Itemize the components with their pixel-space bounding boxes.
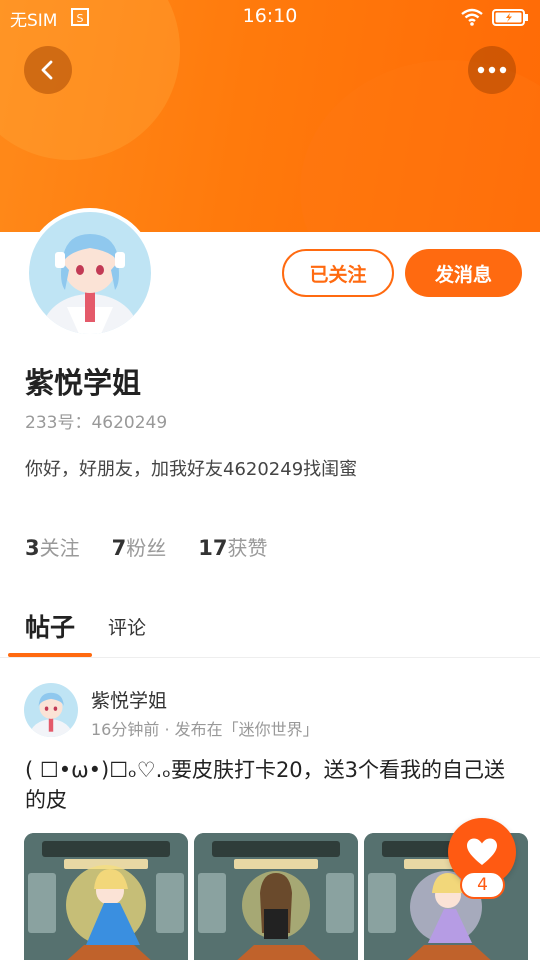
wifi-icon <box>461 8 483 26</box>
more-dots-icon <box>477 66 507 74</box>
heart-icon <box>467 838 497 865</box>
status-time: 16:10 <box>242 5 298 27</box>
profile-avatar[interactable] <box>25 208 155 338</box>
post-image-1[interactable] <box>24 833 188 960</box>
status-bar: 无SIM S 16:10 <box>0 0 540 34</box>
avatar-image <box>29 212 151 334</box>
profile-id: 233号：4620249 <box>25 413 168 433</box>
battery-icon <box>492 9 528 26</box>
stat-fans-count: 7 <box>111 536 127 560</box>
stat-likes-label: 获赞 <box>227 536 268 560</box>
stat-likes: 17 获赞 <box>198 532 267 561</box>
stat-following-label: 关注 <box>39 536 80 560</box>
like-count-badge: 4 <box>460 871 505 899</box>
profile-name: 紫悦学姐 <box>25 366 142 400</box>
stat-following[interactable]: 3 关注 <box>25 532 80 561</box>
post-card[interactable]: 紫悦学姐 16分钟前 · 发布在「迷你世界」 ( ☐•ω•)☐ₒ♡.ₒ要皮肤打卡… <box>0 660 540 960</box>
avatar-image <box>24 683 78 737</box>
stat-fans[interactable]: 7 粉丝 <box>112 532 167 561</box>
back-button[interactable] <box>24 46 72 94</box>
stat-following-count: 3 <box>25 536 40 560</box>
post-text: ( ☐•ω•)☐ₒ♡.ₒ要皮肤打卡20，送3个看我的自己送的皮 <box>25 758 506 812</box>
tab-comments[interactable]: 评论 <box>108 613 146 640</box>
profile-stats: 3 关注 7 粉丝 17 获赞 <box>25 532 299 561</box>
more-options-button[interactable] <box>468 46 516 94</box>
chevron-left-icon <box>41 60 53 80</box>
post-meta: 16分钟前 · 发布在「迷你世界」 <box>91 720 319 739</box>
post-author-avatar[interactable] <box>24 683 78 737</box>
send-message-button[interactable]: 发消息 <box>405 249 522 297</box>
active-tab-indicator <box>8 653 92 657</box>
stat-fans-label: 粉丝 <box>126 536 167 560</box>
profile-header-background <box>0 0 540 232</box>
tab-posts[interactable]: 帖子 <box>25 608 75 644</box>
following-button[interactable]: 已关注 <box>282 249 394 297</box>
post-author-name[interactable]: 紫悦学姐 <box>91 686 167 713</box>
stat-likes-count: 17 <box>198 536 228 560</box>
content-tabs: 帖子 评论 <box>0 600 540 658</box>
post-image-2[interactable] <box>194 833 358 960</box>
profile-bio: 你好，好朋友，加我好友4620249找闺蜜 <box>25 459 358 480</box>
